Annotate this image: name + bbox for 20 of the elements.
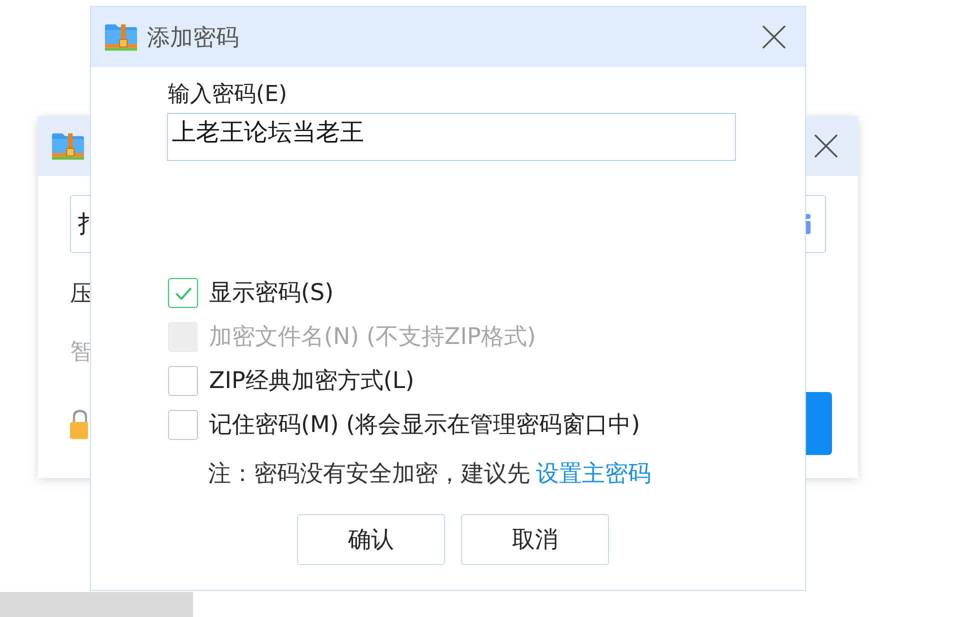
dialog-title: 添加密码: [147, 24, 239, 52]
confirm-button[interactable]: 确认: [297, 514, 445, 565]
checkbox[interactable]: [168, 278, 198, 308]
cancel-button[interactable]: 取消: [461, 514, 609, 565]
field-label: 输入密码(E): [168, 81, 288, 109]
lock-icon: [70, 408, 88, 438]
archive-folder-icon: [105, 22, 137, 52]
close-icon[interactable]: [814, 134, 838, 158]
checkmark-icon: [174, 286, 192, 300]
close-icon[interactable]: [762, 25, 786, 49]
checkbox-label: 加密文件名(N) (不支持ZIP格式): [209, 323, 536, 352]
checkbox-label: 记住密码(M) (将会显示在管理密码窗口中): [209, 411, 640, 440]
field-label: 压: [70, 280, 93, 308]
password-field[interactable]: 上老王论坛当老王: [167, 113, 736, 161]
checkbox[interactable]: [168, 410, 198, 440]
checkbox-label: ZIP经典加密方式(L): [209, 367, 414, 396]
archive-folder-icon: [52, 132, 84, 160]
security-note: 注：密码没有安全加密，建议先 设置主密码: [208, 460, 651, 488]
checkbox[interactable]: [168, 366, 198, 396]
checkbox-label: 显示密码(S): [209, 279, 334, 308]
